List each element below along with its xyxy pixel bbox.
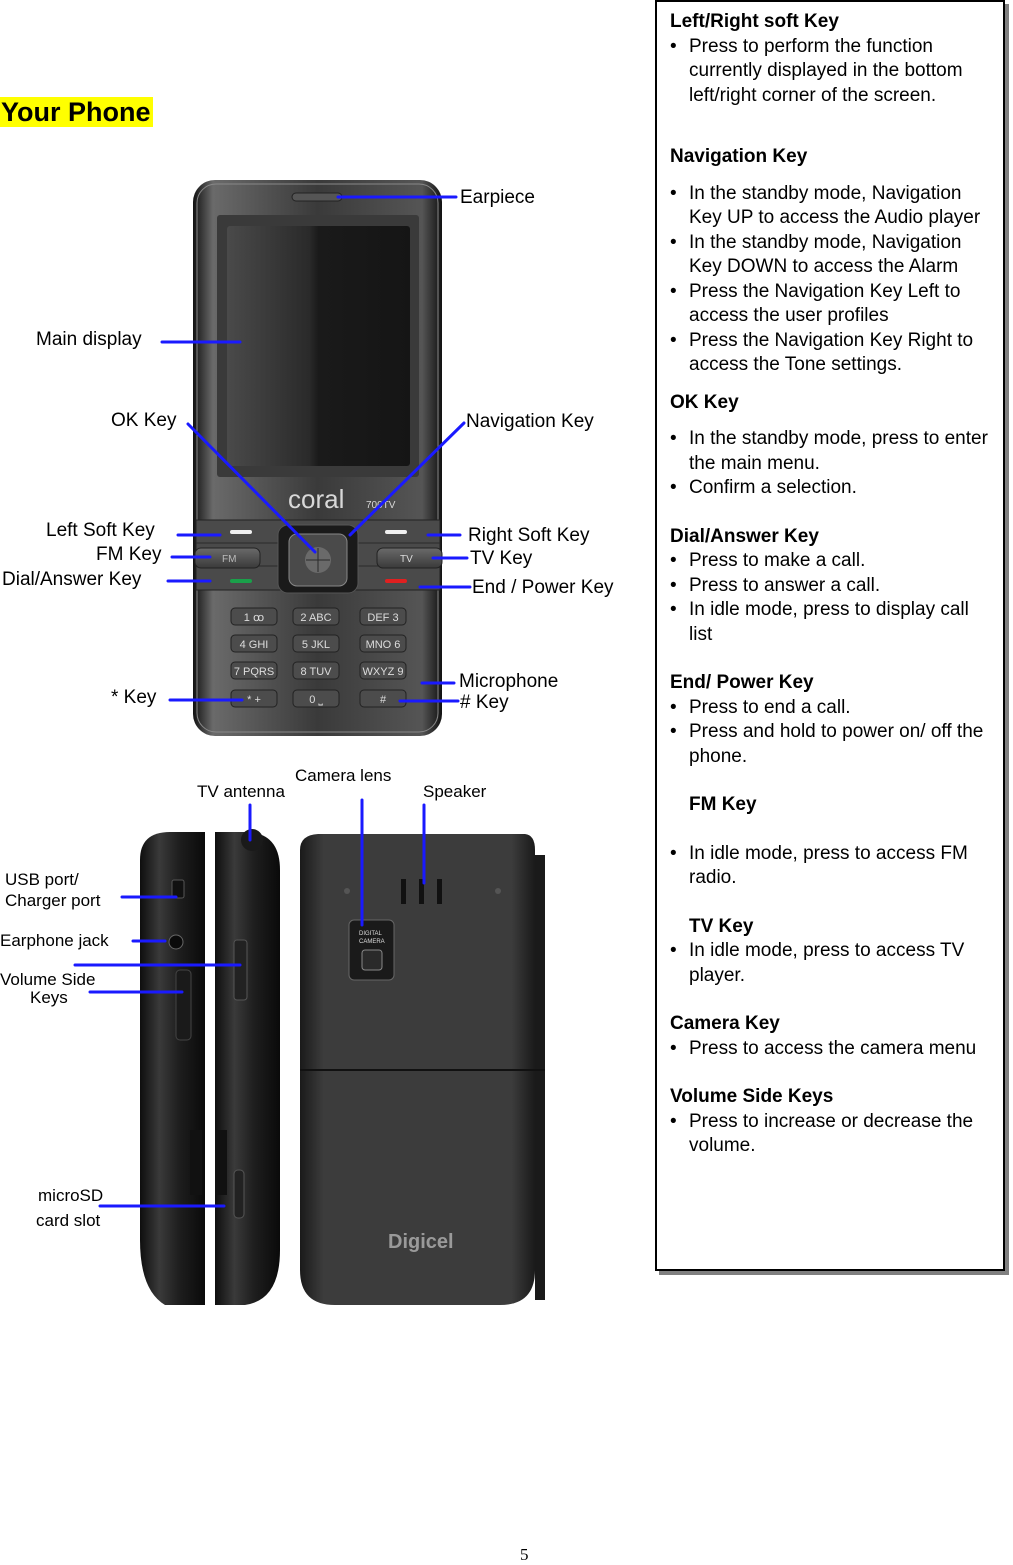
section-title: OK Key [670,391,739,413]
label-volume-2: Keys [30,988,68,1007]
list-item: Press to answer a call. [670,574,991,599]
list-item: Confirm a selection. [670,476,991,501]
section-title: Dial/Answer Key [670,525,819,547]
label-ok-key: OK Key [111,410,177,431]
list-item: In the standby mode, Navigation Key UP t… [670,182,991,231]
page-heading: Your Phone [0,97,153,127]
keypad-key-label: 8 TUV [301,666,333,678]
section-tv-key: TV Key In idle mode, press to access TV … [670,915,991,989]
list-item: In the standby mode, Navigation Key DOWN… [670,231,991,280]
section-title: TV Key [689,915,754,937]
label-camera-lens: Camera lens [295,766,392,785]
keypad-key-label: # [380,694,387,706]
tv-antenna [241,829,263,851]
label-earpiece: Earpiece [460,187,535,208]
phone-side-left [140,832,205,1305]
usb-port [171,879,185,899]
phone-side-right [215,829,280,1305]
list-item: Press the Navigation Key Right to access… [670,329,991,378]
list-item: Press and hold to power on/ off the phon… [670,720,991,769]
brand-text: coral [288,484,344,514]
label-tv-key: TV Key [470,548,533,569]
back-brand-text: Digicel [388,1231,454,1253]
earphone-jack [168,934,184,950]
label-left-soft-key: Left Soft Key [46,520,155,541]
section-ok-key: OK Key In the standby mode, press to ent… [670,391,991,501]
phone-front: coral 700TV FM TV 1 ꝏ2 ABC DEF 34 GHI 5 JK… [193,180,443,736]
list-item: Press to access the camera menu [670,1037,991,1062]
label-end-power-key: End / Power Key [472,577,614,598]
keypad-key-label: WXYZ 9 [363,666,404,678]
keypad-key-label: * + [247,694,261,706]
section-soft-keys: Left/Right soft Key Press to perform the… [670,10,991,108]
phone-diagram: coral 700TV FM TV 1 ꝏ2 ABC DEF 34 GHI 5 JK… [0,160,650,1320]
end-power-key [385,579,407,583]
keypad-key-label: DEF 3 [367,612,398,624]
section-volume-keys: Volume Side Keys Press to increase or de… [670,1085,991,1159]
label-star-key: * Key [111,687,157,708]
list-item: In idle mode, press to access TV player. [670,939,991,988]
keypad-key-label: MNO 6 [366,639,401,651]
label-navigation-key: Navigation Key [466,411,594,432]
section-end-power-key: End/ Power Key Press to end a call. Pres… [670,671,991,769]
section-title: Navigation Key [670,146,808,167]
list-item: Press to increase or decrease the volume… [670,1110,991,1159]
section-dial-answer-key: Dial/Answer Key Press to make a call. Pr… [670,525,991,648]
section-title: FM Key [689,794,757,815]
keypad-key-label: 0 ⎵ [309,694,323,706]
section-camera-key: Camera Key Press to access the camera me… [670,1012,991,1061]
microsd-slot [233,1169,245,1219]
key-descriptions-box: Left/Right soft Key Press to perform the… [655,0,1005,1271]
list-item: In idle mode, press to display call list [670,598,991,647]
label-fm-key: FM Key [96,544,162,565]
section-title: Left/Right soft Key [670,11,839,32]
list-item: Press the Navigation Key Left to access … [670,280,991,329]
dial-answer-key [230,579,252,583]
tv-key-label: TV [400,554,413,565]
list-item: In the standby mode, press to enter the … [670,427,991,476]
label-speaker: Speaker [423,782,487,801]
list-item: Press to end a call. [670,696,991,721]
label-main-display: Main display [36,329,142,350]
label-hash-key: # Key [460,692,509,713]
label-dial-answer-key: Dial/Answer Key [2,569,142,590]
label-right-soft-key: Right Soft Key [468,525,590,546]
keypad-key-label: 1 ꝏ [244,612,264,624]
section-title: End/ Power Key [670,672,814,693]
left-soft-key [230,530,252,534]
volume-side-keys [175,969,192,1041]
fm-key-label: FM [222,554,236,565]
speaker [401,879,406,904]
list-item: In idle mode, press to access FM radio. [670,842,991,891]
section-fm-key: FM Key In idle mode, press to access FM … [670,793,991,891]
label-microsd-1: microSD [38,1186,104,1205]
section-navigation-key: Navigation Key In the standby mode, Navi… [670,145,991,378]
list-item: Press to make a call. [670,549,991,574]
camera-key [233,939,248,1001]
camera-label-1: DIGITAL [359,931,383,937]
phone-back: DIGITAL CAMERA Digicel [300,834,545,1305]
right-soft-key [385,530,407,534]
label-microphone: Microphone [459,671,559,692]
label-usb-port-1: USB port/ [5,870,79,889]
label-usb-port-2: Charger port [5,891,101,910]
camera-label-2: CAMERA [359,939,385,945]
page-number: 5 [520,1545,529,1564]
keypad-key-label: 4 GHI [240,639,269,651]
label-earphone-jack: Earphone jack [0,931,109,950]
section-title: Camera Key [670,1013,780,1034]
keypad-key-label: 2 ABC [300,612,331,624]
list-item: Press to perform the function currently … [670,35,991,109]
keypad-key-label: 5 JKL [302,639,330,651]
main-display [227,226,410,466]
keypad-key-label: 7 PQRS [234,666,274,678]
section-title: Volume Side Keys [670,1086,834,1107]
label-volume-1: Volume Side [0,970,96,989]
earpiece [291,192,343,202]
label-microsd-2: card slot [36,1211,101,1230]
label-tv-antenna: TV antenna [197,782,285,801]
